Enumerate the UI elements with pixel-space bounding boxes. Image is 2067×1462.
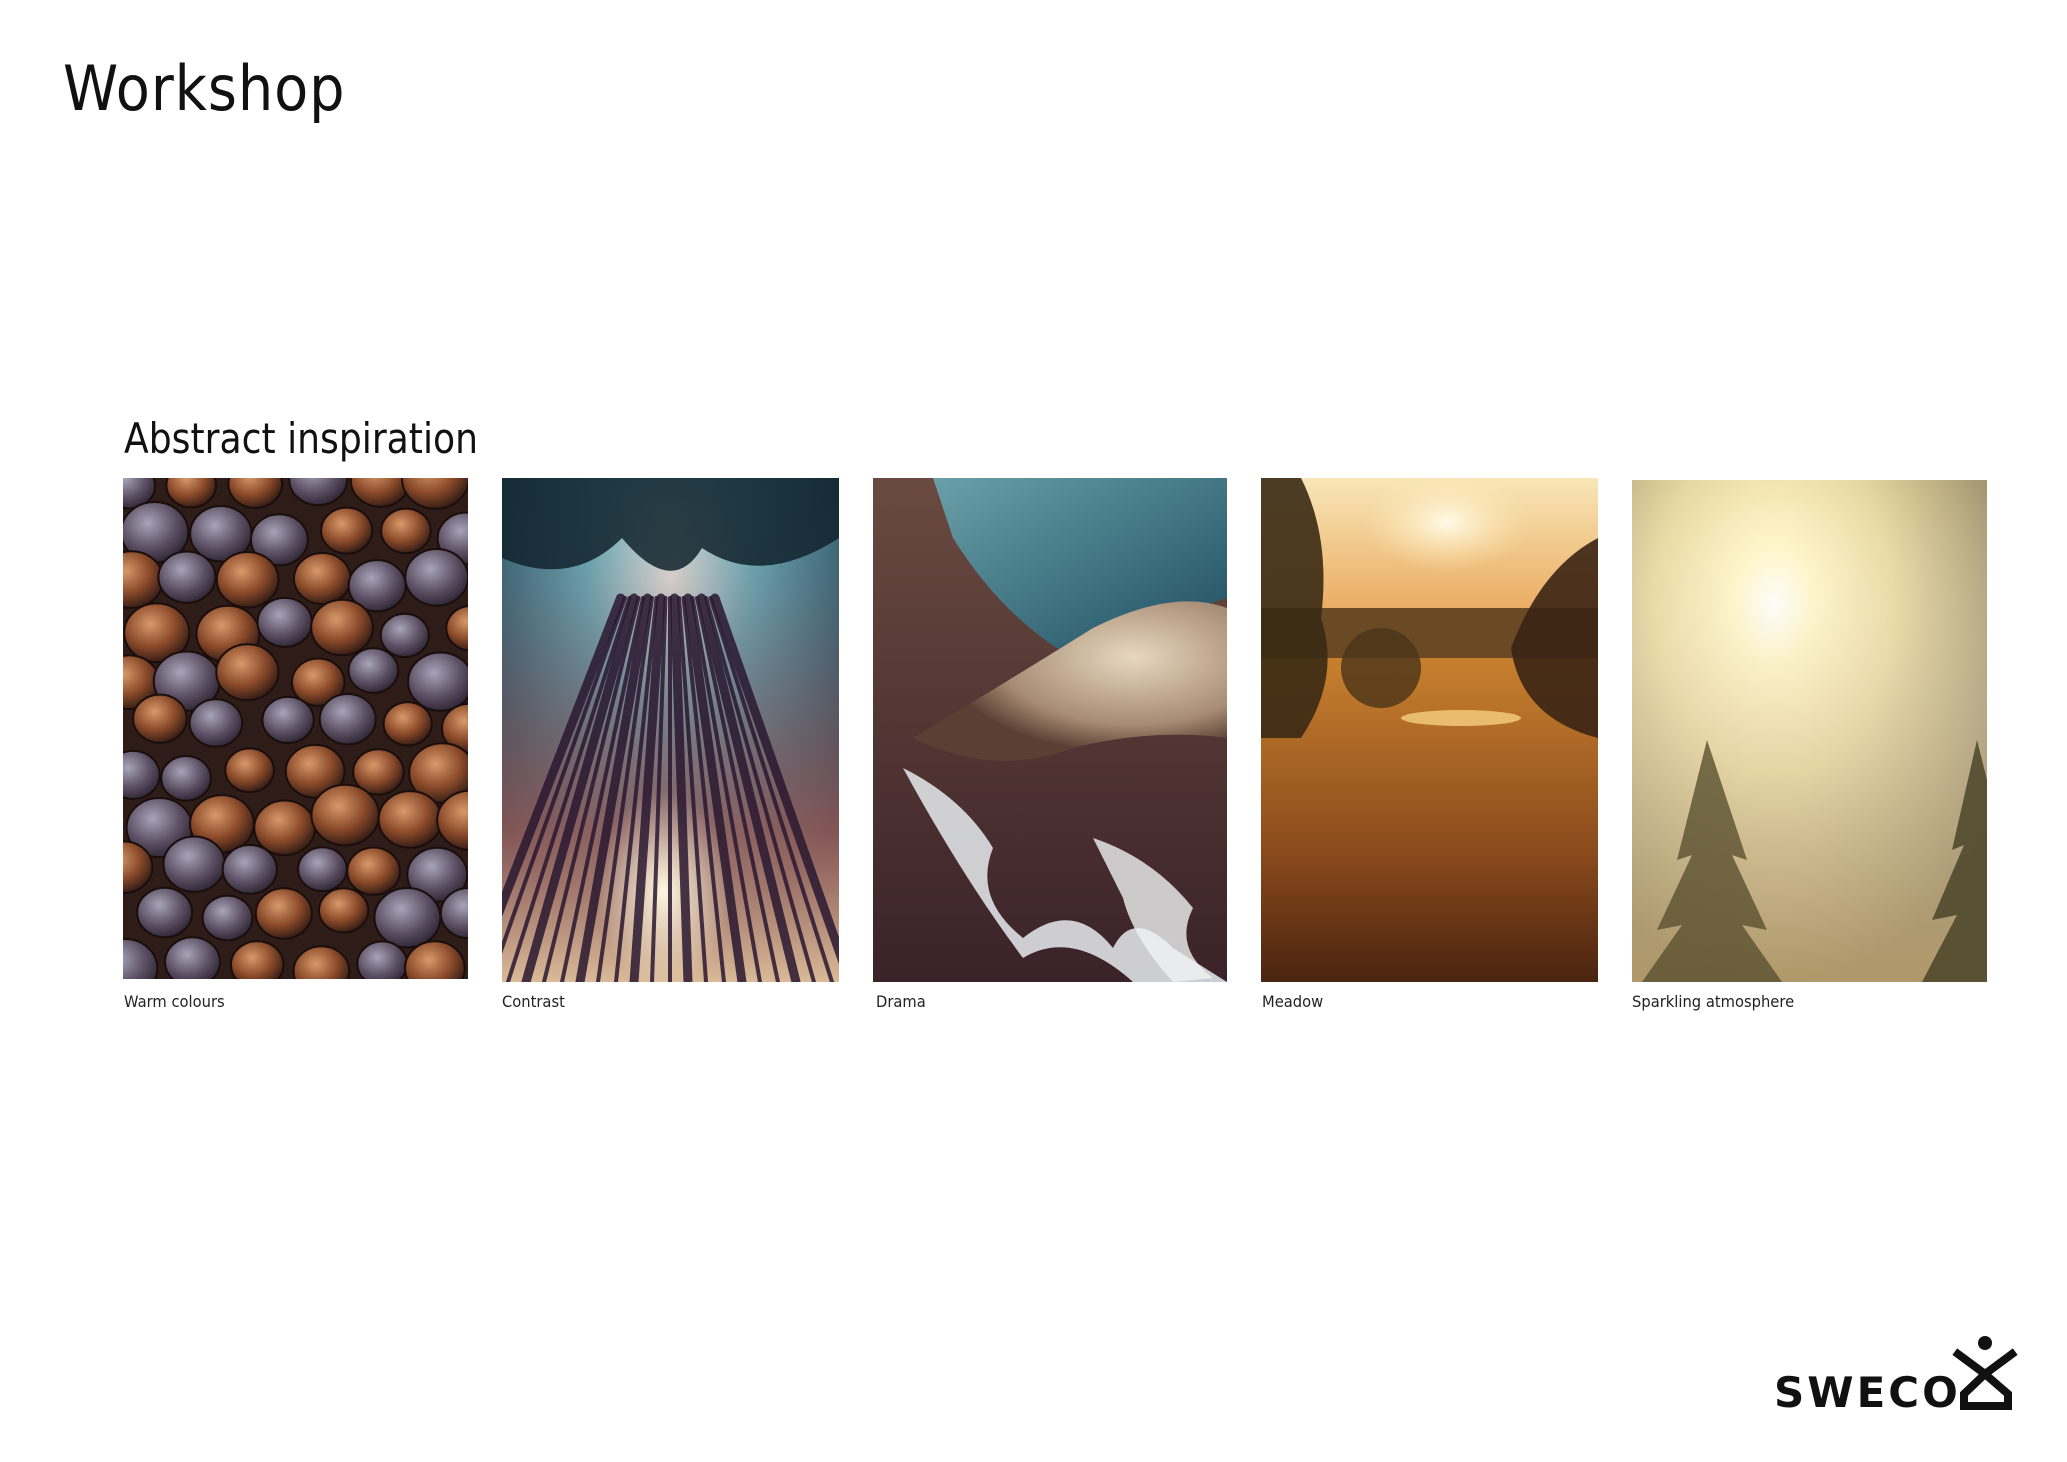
logo-wordmark: SWECO	[1774, 1368, 1961, 1417]
photo-warm-colours	[123, 478, 468, 979]
caption-contrast: Contrast	[502, 992, 565, 1011]
caption-drama: Drama	[876, 992, 926, 1011]
section-title: Abstract inspiration	[124, 414, 478, 463]
photo-contrast	[502, 478, 839, 982]
page-title: Workshop	[63, 52, 346, 125]
caption-warm-colours: Warm colours	[124, 992, 225, 1011]
photo-sparkling-atmosphere	[1632, 480, 1987, 982]
photo-drama	[873, 478, 1227, 982]
logo-mark-icon	[1952, 1336, 2018, 1410]
sweco-logo: SWECO	[1774, 1334, 2020, 1417]
caption-sparkling-atmosphere: Sparkling atmosphere	[1632, 992, 1795, 1011]
caption-meadow: Meadow	[1262, 992, 1324, 1011]
photo-meadow	[1261, 478, 1598, 982]
